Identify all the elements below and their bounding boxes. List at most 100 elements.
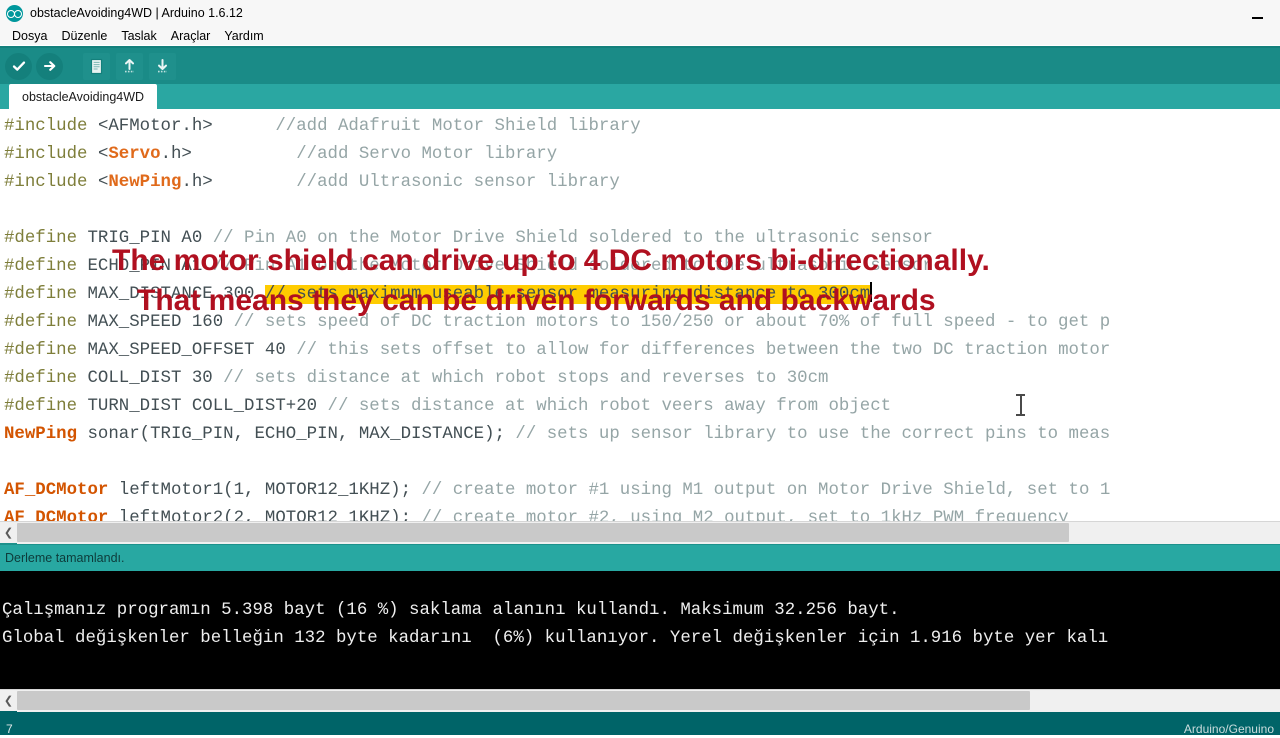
verify-button[interactable] xyxy=(5,52,32,80)
code-token: #include xyxy=(4,117,98,136)
menu-item-dosya[interactable]: Dosya xyxy=(5,26,54,46)
code-line: #define MAX_DISTANCE 300 // sets maximum… xyxy=(4,281,1280,309)
code-token: leftMotor2(2, MOTOR12_1KHZ); xyxy=(108,509,422,521)
code-line: NewPing sonar(TRIG_PIN, ECHO_PIN, MAX_DI… xyxy=(4,421,1280,449)
status-bar: Derleme tamamlandı. xyxy=(0,543,1280,571)
arduino-logo-icon xyxy=(6,4,23,22)
code-token: < xyxy=(97,173,109,192)
code-token: ECHO_PIN A1 xyxy=(87,257,213,276)
code-token: COLL_DIST 30 xyxy=(87,369,224,388)
code-token: #define xyxy=(4,229,88,248)
code-line: #define MAX_SPEED_OFFSET 40 // this sets… xyxy=(4,337,1280,365)
menu-item-yardim[interactable]: Yardım xyxy=(217,26,270,46)
code-token: #define xyxy=(4,285,88,304)
code-line: AF_DCMotor leftMotor2(2, MOTOR12_1KHZ); … xyxy=(4,505,1280,521)
code-token: // sets distance at which robot stops an… xyxy=(223,369,829,388)
code-token: .h> xyxy=(160,145,192,164)
code-token: // Pin A1 on the Motor Drive Shield sold… xyxy=(212,257,933,276)
editor-hscroll-track[interactable] xyxy=(17,521,1280,544)
code-token: #define xyxy=(4,257,88,276)
minimize-button[interactable] xyxy=(1235,0,1280,26)
open-button[interactable] xyxy=(116,52,143,80)
code-token: #define xyxy=(4,313,88,332)
minimize-icon xyxy=(1252,16,1263,19)
code-token: // create motor #2, using M2 output, set… xyxy=(421,509,1069,521)
chevron-left-icon[interactable]: ❮ xyxy=(0,522,17,544)
editor-hscroll-thumb[interactable] xyxy=(17,522,1069,542)
code-token: // create motor #1 using M1 output on Mo… xyxy=(421,481,1111,500)
new-button[interactable] xyxy=(83,52,110,80)
menu-item-taslak[interactable]: Taslak xyxy=(114,26,163,46)
code-token: .h> xyxy=(181,173,213,192)
code-token: leftMotor1(1, MOTOR12_1KHZ); xyxy=(108,481,422,500)
code-token: //add Servo Motor library xyxy=(191,145,558,164)
code-token: Servo xyxy=(108,145,161,164)
code-token: // sets up sensor library to use the cor… xyxy=(515,425,1111,444)
code-text[interactable]: #include <AFMotor.h> //add Adafruit Moto… xyxy=(0,109,1280,521)
code-token: #define xyxy=(4,369,88,388)
code-editor[interactable]: #include <AFMotor.h> //add Adafruit Moto… xyxy=(0,109,1280,521)
code-token: //add Adafruit Motor Shield library xyxy=(212,117,641,136)
console-output[interactable]: Çalışmanız programın 5.398 bayt (16 %) s… xyxy=(0,571,1280,689)
code-token: sonar(TRIG_PIN, ECHO_PIN, MAX_DISTANCE); xyxy=(77,425,516,444)
code-token: //add Ultrasonic sensor library xyxy=(212,173,620,192)
code-token: #define xyxy=(4,397,88,416)
code-token: #include xyxy=(4,145,98,164)
console-line: Çalışmanız programın 5.398 bayt (16 %) s… xyxy=(2,601,900,620)
code-line: AF_DCMotor leftMotor1(1, MOTOR12_1KHZ); … xyxy=(4,477,1280,505)
status-message: Derleme tamamlandı. xyxy=(5,551,125,565)
check-icon xyxy=(12,61,25,71)
chevron-left-icon[interactable]: ❮ xyxy=(0,690,17,712)
upload-button[interactable] xyxy=(36,52,63,80)
editor-hscrollbar[interactable]: ❮ xyxy=(0,521,1280,544)
window-controls xyxy=(1235,0,1280,26)
code-token: TURN_DIST COLL_DIST+20 xyxy=(87,397,328,416)
code-line: #define TURN_DIST COLL_DIST+20 // sets d… xyxy=(4,393,1280,421)
text-caret xyxy=(870,282,873,302)
menu-item-duzenle[interactable]: Düzenle xyxy=(54,26,114,46)
code-line: #define TRIG_PIN A0 // Pin A0 on the Mot… xyxy=(4,225,1280,253)
selected-text: // sets maximum useable sensor measuring… xyxy=(264,285,871,304)
titlebar: obstacleAvoiding4WD | Arduino 1.6.12 xyxy=(0,0,1280,26)
arduino-ide-window: obstacleAvoiding4WD | Arduino 1.6.12 Dos… xyxy=(0,0,1280,738)
menu-item-araclar[interactable]: Araçlar xyxy=(164,26,218,46)
toolbar xyxy=(0,46,1280,84)
code-line: #include <NewPing.h> //add Ultrasonic se… xyxy=(4,169,1280,197)
code-token: #define xyxy=(4,341,88,360)
arrow-right-icon xyxy=(43,61,55,71)
code-token: MAX_DISTANCE 300 xyxy=(87,285,265,304)
code-token: NewPing xyxy=(108,173,182,192)
code-line: #include <AFMotor.h> //add Adafruit Moto… xyxy=(4,113,1280,141)
code-line: #define MAX_SPEED 160 // sets speed of D… xyxy=(4,309,1280,337)
code-token: // sets speed of DC traction motors to 1… xyxy=(233,313,1111,332)
code-token: // sets distance at which robot veers aw… xyxy=(327,397,892,416)
window-title: obstacleAvoiding4WD | Arduino 1.6.12 xyxy=(30,6,243,20)
code-token: NewPing xyxy=(4,425,78,444)
code-line: #define ECHO_PIN A1 // Pin A1 on the Mot… xyxy=(4,253,1280,281)
code-token: AF_DCMotor xyxy=(4,481,109,500)
code-token: TRIG_PIN A0 xyxy=(87,229,213,248)
code-line: #define COLL_DIST 30 // sets distance at… xyxy=(4,365,1280,393)
bottom-bar: 7 Arduino/Genuino xyxy=(0,711,1280,735)
arrow-down-icon xyxy=(158,58,167,72)
console-hscroll-track[interactable] xyxy=(17,689,1280,712)
arrow-up-icon xyxy=(125,58,134,72)
code-token: #include xyxy=(4,173,98,192)
new-file-icon xyxy=(90,58,103,74)
code-token: // Pin A0 on the Motor Drive Shield sold… xyxy=(212,229,933,248)
code-token: // this sets offset to allow for differe… xyxy=(296,341,1111,360)
console-hscroll-thumb[interactable] xyxy=(17,690,1030,710)
sketch-tabstrip: obstacleAvoiding4WD xyxy=(0,84,1280,109)
line-number-indicator: 7 xyxy=(6,722,13,735)
board-info: Arduino/Genuino xyxy=(1183,722,1274,735)
code-token: < xyxy=(97,145,109,164)
menubar: Dosya Düzenle Taslak Araçlar Yardım xyxy=(0,26,1280,46)
save-button[interactable] xyxy=(149,52,176,80)
console-hscrollbar[interactable]: ❮ xyxy=(0,689,1280,712)
code-token: <AFMotor.h> xyxy=(97,117,213,136)
code-token: MAX_SPEED_OFFSET 40 xyxy=(87,341,297,360)
tab-obstacleavoiding4wd[interactable]: obstacleAvoiding4WD xyxy=(9,84,158,109)
code-line: #include <Servo.h> //add Servo Motor lib… xyxy=(4,141,1280,169)
